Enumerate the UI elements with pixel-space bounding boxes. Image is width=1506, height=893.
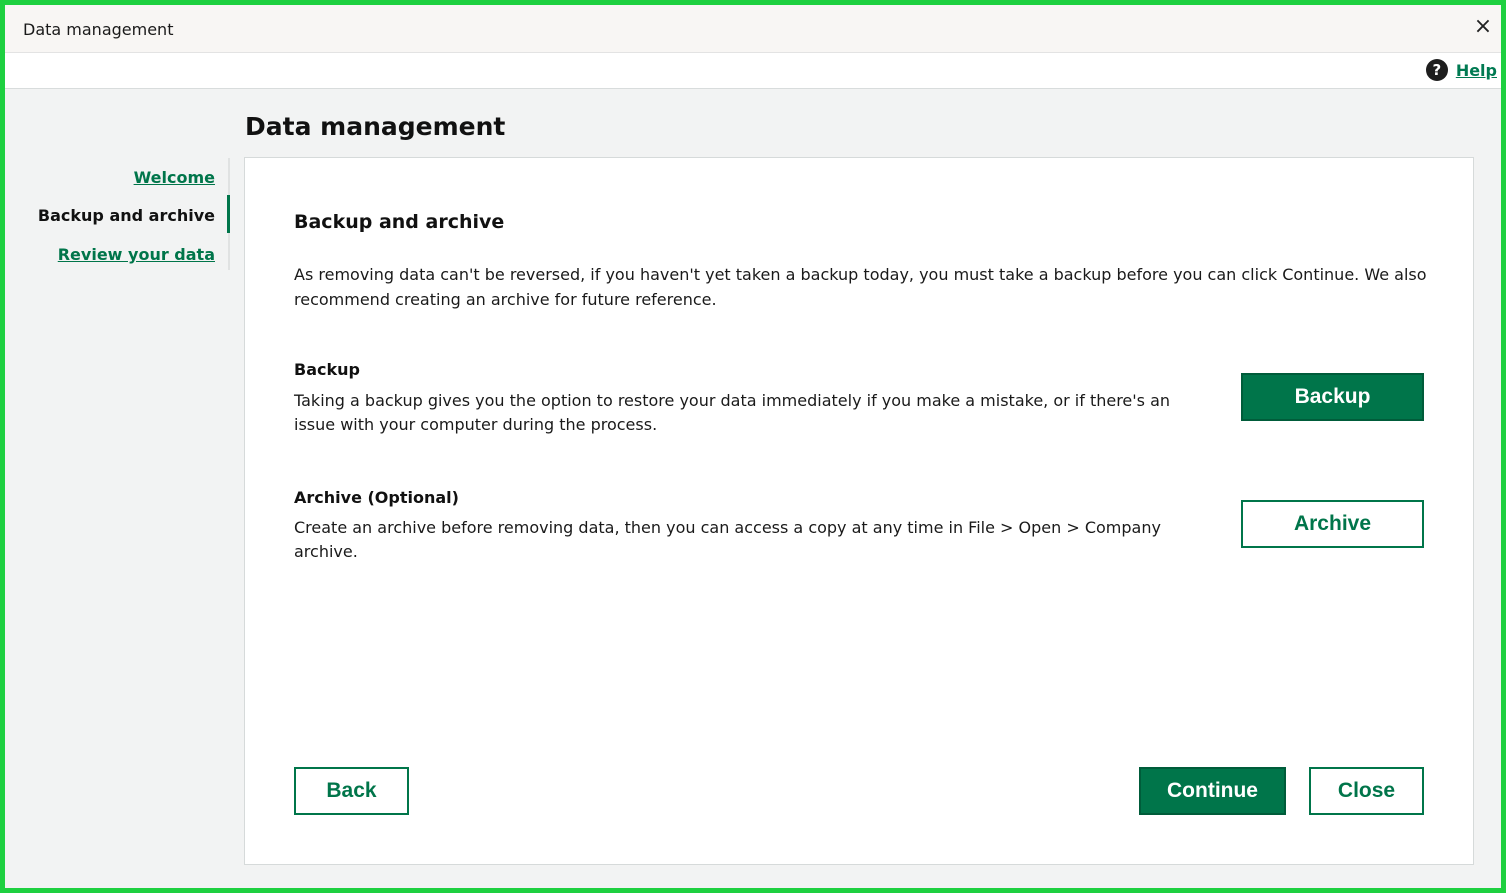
backup-title: Backup (294, 360, 360, 379)
window-close-icon[interactable]: × (1471, 15, 1495, 39)
help-bar: ? Help (5, 53, 1501, 89)
nav-item-welcome[interactable]: Welcome (134, 168, 215, 187)
nav-active-indicator (227, 195, 230, 233)
nav-item-review-your-data[interactable]: Review your data (58, 245, 215, 264)
backup-description: Taking a backup gives you the option to … (294, 391, 1171, 434)
archive-button[interactable]: Archive (1241, 500, 1424, 548)
nav-item-backup-and-archive: Backup and archive (37, 206, 215, 225)
section-title: Backup and archive (294, 211, 505, 233)
intro-text: As removing data can't be reversed, if y… (294, 265, 1427, 309)
back-button[interactable]: Back (294, 767, 409, 815)
archive-description: Create an archive before removing data, … (294, 518, 1161, 561)
help-label: Help (1455, 60, 1497, 80)
window-title: Data management (23, 20, 174, 39)
title-bar: Data management × (5, 5, 1501, 53)
continue-button[interactable]: Continue (1139, 767, 1286, 815)
page-title: Data management (245, 112, 506, 141)
help-link[interactable]: ? Help (1425, 59, 1497, 81)
question-circle-icon: ? (1425, 59, 1448, 81)
backup-button[interactable]: Backup (1241, 373, 1424, 421)
close-button[interactable]: Close (1309, 767, 1424, 815)
archive-title: Archive (Optional) (294, 488, 459, 507)
